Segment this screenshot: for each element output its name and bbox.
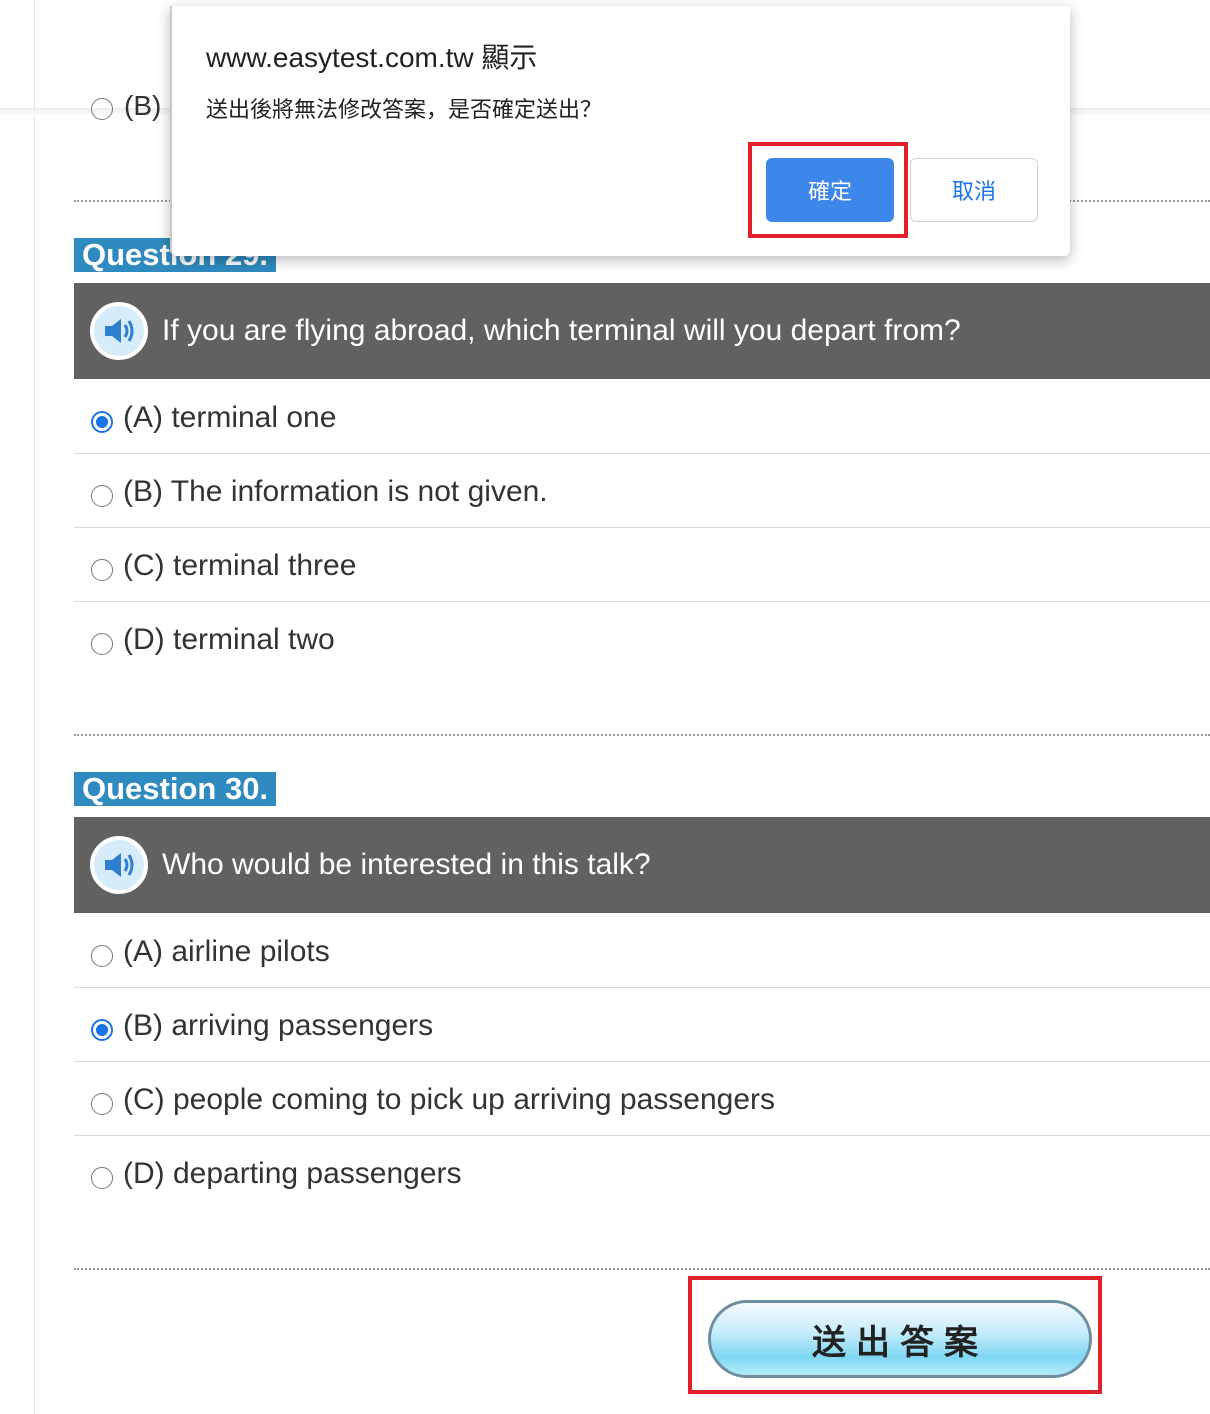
radio[interactable] — [91, 1092, 113, 1115]
q29-option-c[interactable]: (C) terminal three — [74, 530, 1210, 602]
q30-option-c[interactable]: (C) people coming to pick up arriving pa… — [74, 1064, 1210, 1136]
radio[interactable] — [91, 558, 113, 581]
speaker-icon[interactable] — [90, 302, 148, 360]
confirm-highlight-box — [748, 142, 908, 238]
radio-checked[interactable] — [91, 1018, 113, 1041]
separator — [74, 1268, 1210, 1270]
question-30-title: Question 30. — [74, 772, 277, 806]
q29-option-d[interactable]: (D) terminal two — [74, 604, 1210, 676]
option-label: (A) airline pilots — [123, 934, 330, 968]
option-label: (D) terminal two — [123, 623, 335, 656]
q29-option-b[interactable]: (B) The information is not given. — [74, 456, 1210, 528]
radio[interactable] — [91, 633, 113, 655]
question-30-bar: Who would be interested in this talk? — [74, 817, 1210, 913]
radio[interactable] — [91, 484, 113, 507]
option-label: (B) arriving passengers — [123, 1008, 434, 1042]
separator — [74, 734, 1210, 736]
radio-checked[interactable] — [91, 410, 113, 433]
q30-option-d[interactable]: (D) departing passengers — [74, 1138, 1210, 1210]
q30-option-b[interactable]: (B) arriving passengers — [74, 990, 1210, 1062]
cancel-button[interactable]: 取消 — [910, 158, 1038, 222]
page-left-border — [34, 0, 35, 1414]
option-label: (B) The information is not given. — [123, 474, 548, 508]
radio[interactable] — [91, 1167, 113, 1189]
confirm-dialog: www.easytest.com.tw 顯示 送出後將無法修改答案，是否確定送出… — [170, 6, 1070, 256]
q28-option-b-radio[interactable] — [91, 98, 113, 120]
option-label: (C) people coming to pick up arriving pa… — [123, 1082, 775, 1116]
speaker-icon[interactable] — [90, 836, 148, 894]
q29-option-a[interactable]: (A) terminal one — [74, 382, 1210, 454]
question-29-bar: If you are flying abroad, which terminal… — [74, 283, 1210, 379]
option-label: (D) departing passengers — [123, 1157, 462, 1190]
question-30-text: Who would be interested in this talk? — [162, 848, 651, 881]
option-label: (C) terminal three — [123, 548, 357, 582]
dialog-message: 送出後將無法修改答案，是否確定送出？ — [206, 98, 603, 123]
question-29-text: If you are flying abroad, which terminal… — [162, 314, 961, 347]
q28-option-b-label: (B) — [124, 90, 162, 121]
submit-highlight-box — [688, 1276, 1102, 1394]
q30-option-a[interactable]: (A) airline pilots — [74, 916, 1210, 988]
radio[interactable] — [91, 944, 113, 967]
dialog-origin-title: www.easytest.com.tw 顯示 — [206, 42, 538, 73]
option-label: (A) terminal one — [123, 400, 337, 434]
